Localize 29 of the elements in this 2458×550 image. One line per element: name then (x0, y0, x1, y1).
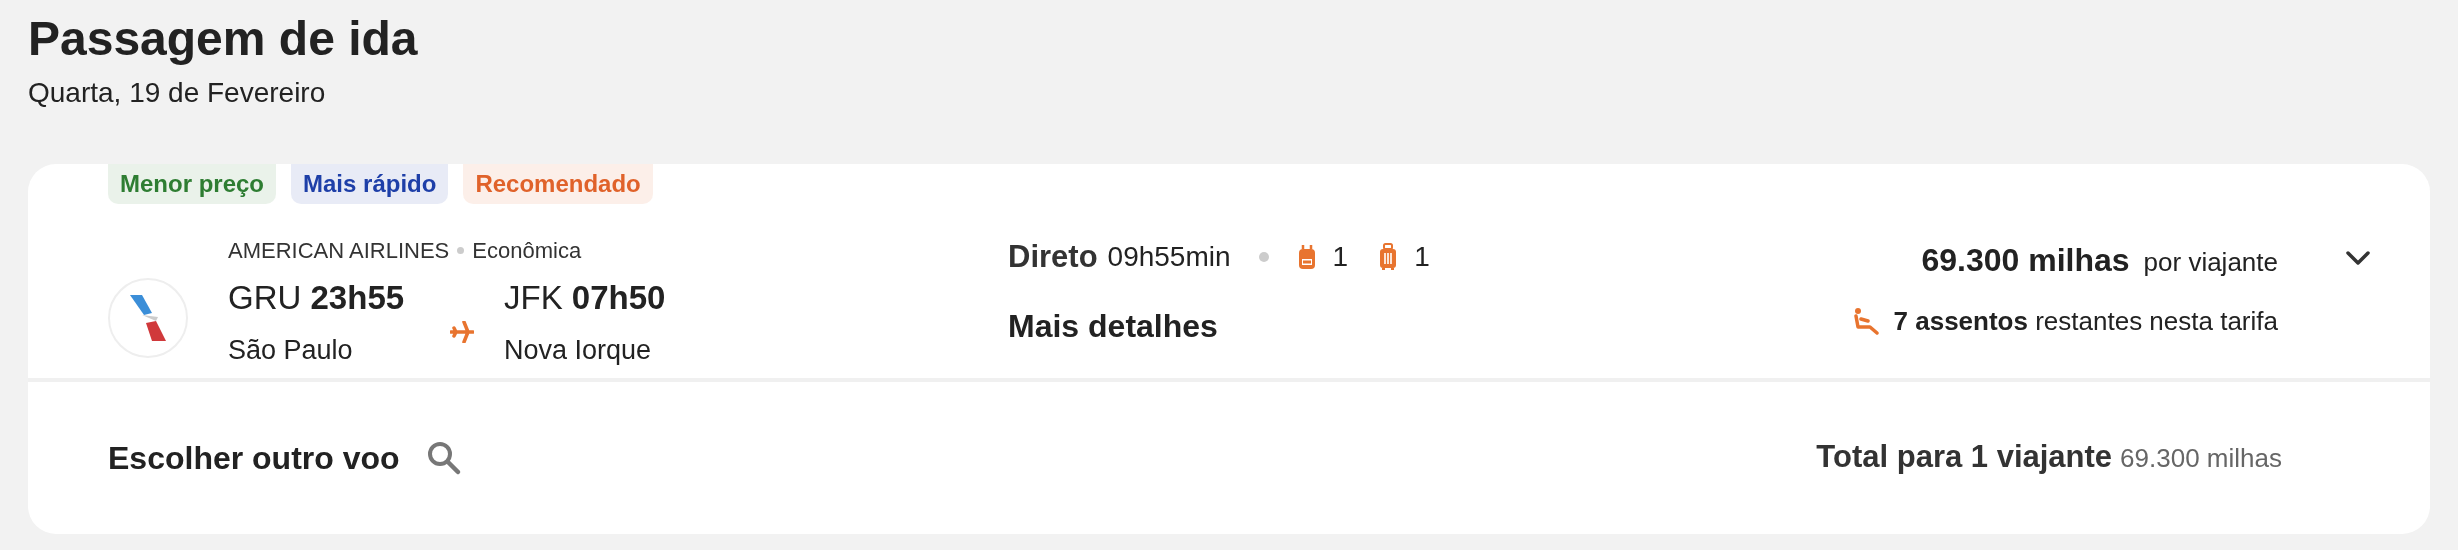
arrival-time: JFK 07h50 (504, 277, 666, 318)
bag-count: 1 (1414, 239, 1430, 274)
arrival-city: Nova Iorque (504, 334, 653, 368)
price-amount: 69.300 milhas (1921, 240, 2130, 280)
price-unit: por viajante (2143, 245, 2278, 279)
seats-remaining: 7 assentos restantes nesta tarifa (1893, 304, 2278, 338)
airline-name: AMERICAN AIRLINES (228, 236, 450, 265)
page-title: Passagem de ida (28, 11, 419, 67)
tag: Recomendado (463, 163, 653, 204)
search-icon (425, 439, 462, 476)
total-label: Total para 1 viajante (1816, 438, 2113, 477)
departure-city: São Paulo (228, 334, 354, 368)
flight-duration: 09h55min (1107, 239, 1231, 274)
tag: Menor preço (108, 163, 277, 204)
choose-other-flight-button[interactable]: Escolher outro voo (108, 433, 462, 482)
tag: Mais rápido (291, 163, 449, 204)
backpack-icon (1296, 243, 1317, 270)
flight-date: Quarta, 19 de Fevereiro (28, 75, 327, 110)
plane-icon (450, 320, 474, 343)
seat-icon (1851, 307, 1880, 336)
departure-time: GRU 23h55 (228, 277, 406, 318)
total-value: 69.300 milhas (2120, 442, 2282, 476)
cabin-class: Econômica (472, 236, 582, 265)
tail-fin-icon (128, 292, 168, 343)
details-link[interactable]: Mais detalhes (1008, 302, 1778, 351)
stops-label: Direto (1008, 237, 1098, 276)
chevron-icon (2346, 250, 2370, 265)
bag-count: 1 (1332, 239, 1349, 274)
suitcase-icon (1378, 242, 1399, 271)
